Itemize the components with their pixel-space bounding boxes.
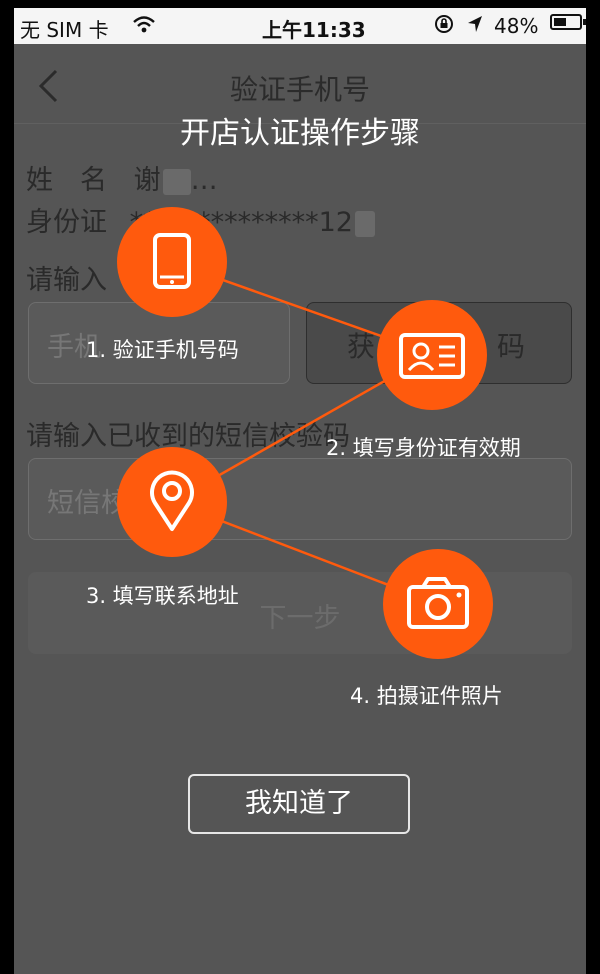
- name-value: 谢: [133, 165, 161, 196]
- name-row: 姓 名 谢 …: [26, 158, 218, 197]
- id-row: 身份证 **************12: [26, 200, 375, 239]
- phone-placeholder: 手机: [47, 332, 101, 363]
- sms-placeholder: 短信校: [47, 488, 128, 519]
- phone-prompt: 请输入: [26, 265, 107, 296]
- sms-prompt: 请输入已收到的短信校验码: [26, 421, 350, 452]
- redaction-mark: [354, 210, 375, 237]
- battery-icon: [550, 14, 586, 30]
- get-code-button[interactable]: 获 码: [306, 302, 572, 384]
- name-label: 姓 名: [26, 165, 107, 196]
- phone-input[interactable]: 手机: [28, 302, 290, 384]
- id-label: 身份证: [26, 207, 107, 238]
- verify-phone-page: 验证手机号 姓 名 谢 … 身份证 **************12 请输入 手机…: [14, 44, 586, 974]
- status-bar: 无 SIM 卡 上午11:33 48%: [14, 8, 586, 44]
- got-it-button[interactable]: 我知道了: [188, 774, 410, 834]
- next-step-label: 下一步: [259, 603, 341, 634]
- location-arrow-icon: [468, 16, 482, 32]
- sms-code-input[interactable]: 短信校: [28, 458, 572, 540]
- status-time: 上午11:33: [262, 18, 366, 42]
- name-value-end: …: [190, 165, 218, 196]
- battery-percent: 48%: [494, 14, 539, 38]
- page-title: 验证手机号: [229, 73, 370, 106]
- wifi-icon: [133, 16, 155, 33]
- phone-screen: 无 SIM 卡 上午11:33 48% 验证手机号 姓 名 谢 … 身份证 **…: [0, 0, 600, 974]
- rotation-lock-icon: [435, 15, 453, 33]
- get-code-label-end: 码: [497, 330, 526, 363]
- get-code-label: 获: [347, 330, 376, 363]
- redaction-mark: [162, 168, 191, 195]
- nav-bar: 验证手机号: [14, 44, 586, 124]
- next-step-button[interactable]: 下一步: [28, 572, 572, 654]
- carrier-label: 无 SIM 卡: [20, 18, 109, 42]
- id-value: **************12: [129, 207, 353, 238]
